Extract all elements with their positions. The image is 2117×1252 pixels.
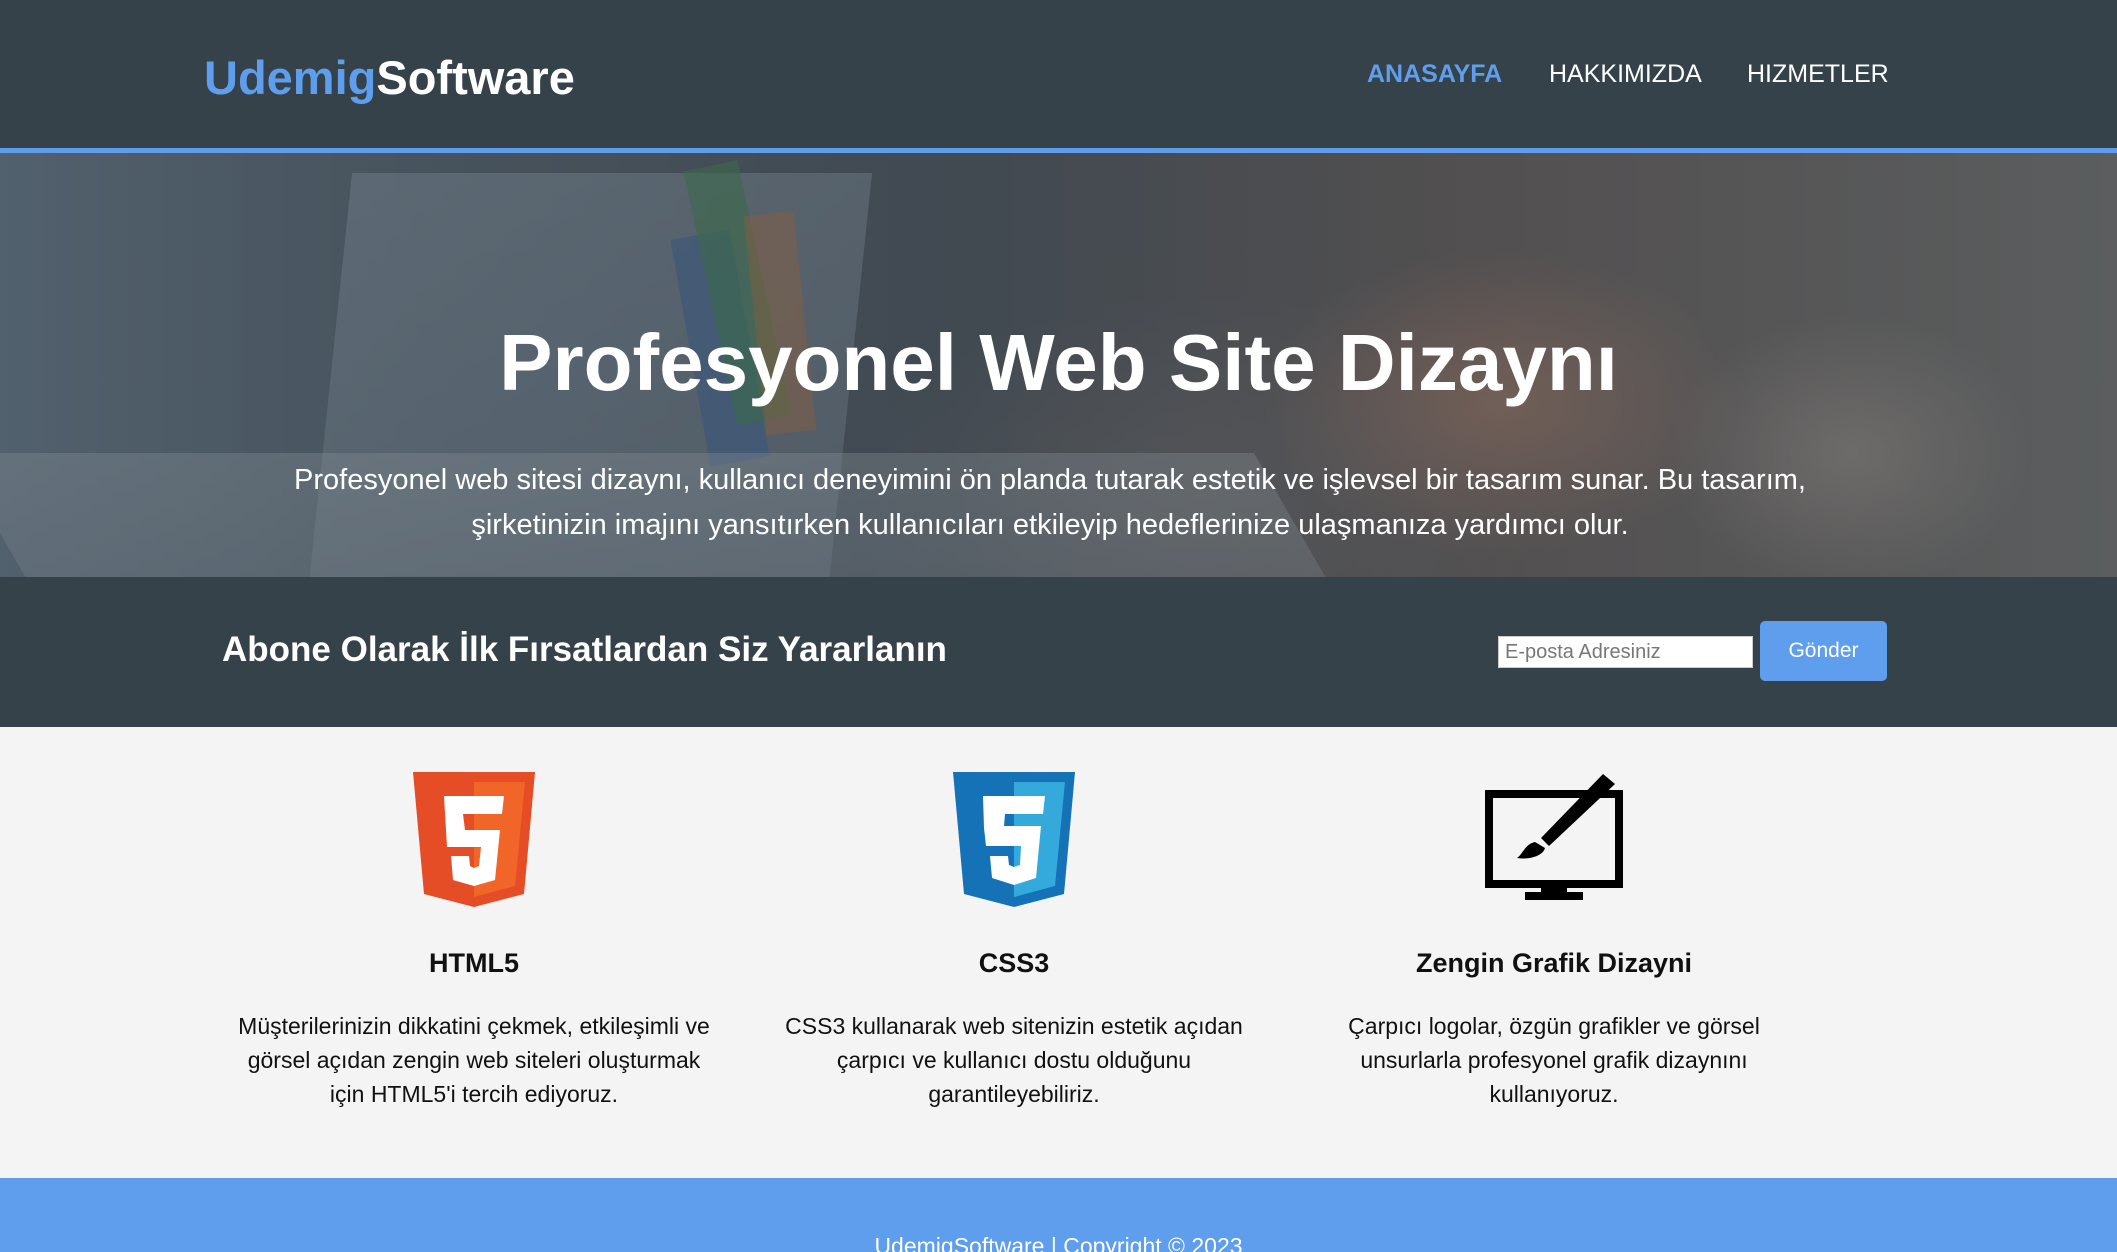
newsletter-heading: Abone Olarak İlk Fırsatlardan Siz Yararl…	[222, 630, 947, 669]
hero-title: Profesyonel Web Site Dizaynı	[499, 318, 1618, 407]
hero-section: Profesyonel Web Site Dizaynı Profesyonel…	[0, 153, 2117, 577]
email-input[interactable]	[1498, 636, 1753, 668]
site-header: UdemigSoftware ANASAYFA HAKKIMIZDA HIZME…	[0, 0, 2117, 153]
nav-link-hizmetler[interactable]: HIZMETLER	[1747, 59, 1889, 89]
nav-link-hakkimizda[interactable]: HAKKIMIZDA	[1549, 59, 1702, 89]
feature-description: CSS3 kullanarak web sitenizin estetik aç…	[785, 1013, 1243, 1107]
site-footer: UdemigSoftware | Copyright © 2023	[0, 1178, 2117, 1252]
feature-description: Çarpıcı logolar, özgün grafikler ve görs…	[1348, 1013, 1760, 1107]
css3-icon	[774, 772, 1254, 907]
feature-title: CSS3	[978, 948, 1050, 978]
feature-title: HTML5	[429, 948, 519, 978]
html5-icon	[234, 772, 714, 907]
hero-description: Profesyonel web sitesi dizaynı, kullanıc…	[294, 464, 1806, 541]
feature-description: Müşterilerinizin dikkatini çekmek, etkil…	[238, 1013, 710, 1107]
feature-title: Zengin Grafik Dizayni	[1415, 948, 1693, 978]
monitor-brush-icon	[1314, 772, 1794, 907]
newsletter-section: Abone Olarak İlk Fırsatlardan Siz Yararl…	[0, 577, 2117, 727]
nav-link-anasayfa[interactable]: ANASAYFA	[1367, 59, 1502, 89]
submit-button[interactable]: Gönder	[1760, 621, 1887, 681]
features-section: HTML5 Müşterilerinizin dikkatini çekmek,…	[0, 727, 2117, 1178]
main-nav: ANASAYFA HAKKIMIZDA HIZMETLER	[0, 59, 2117, 89]
footer-copyright: UdemigSoftware | Copyright © 2023	[874, 1233, 1243, 1252]
